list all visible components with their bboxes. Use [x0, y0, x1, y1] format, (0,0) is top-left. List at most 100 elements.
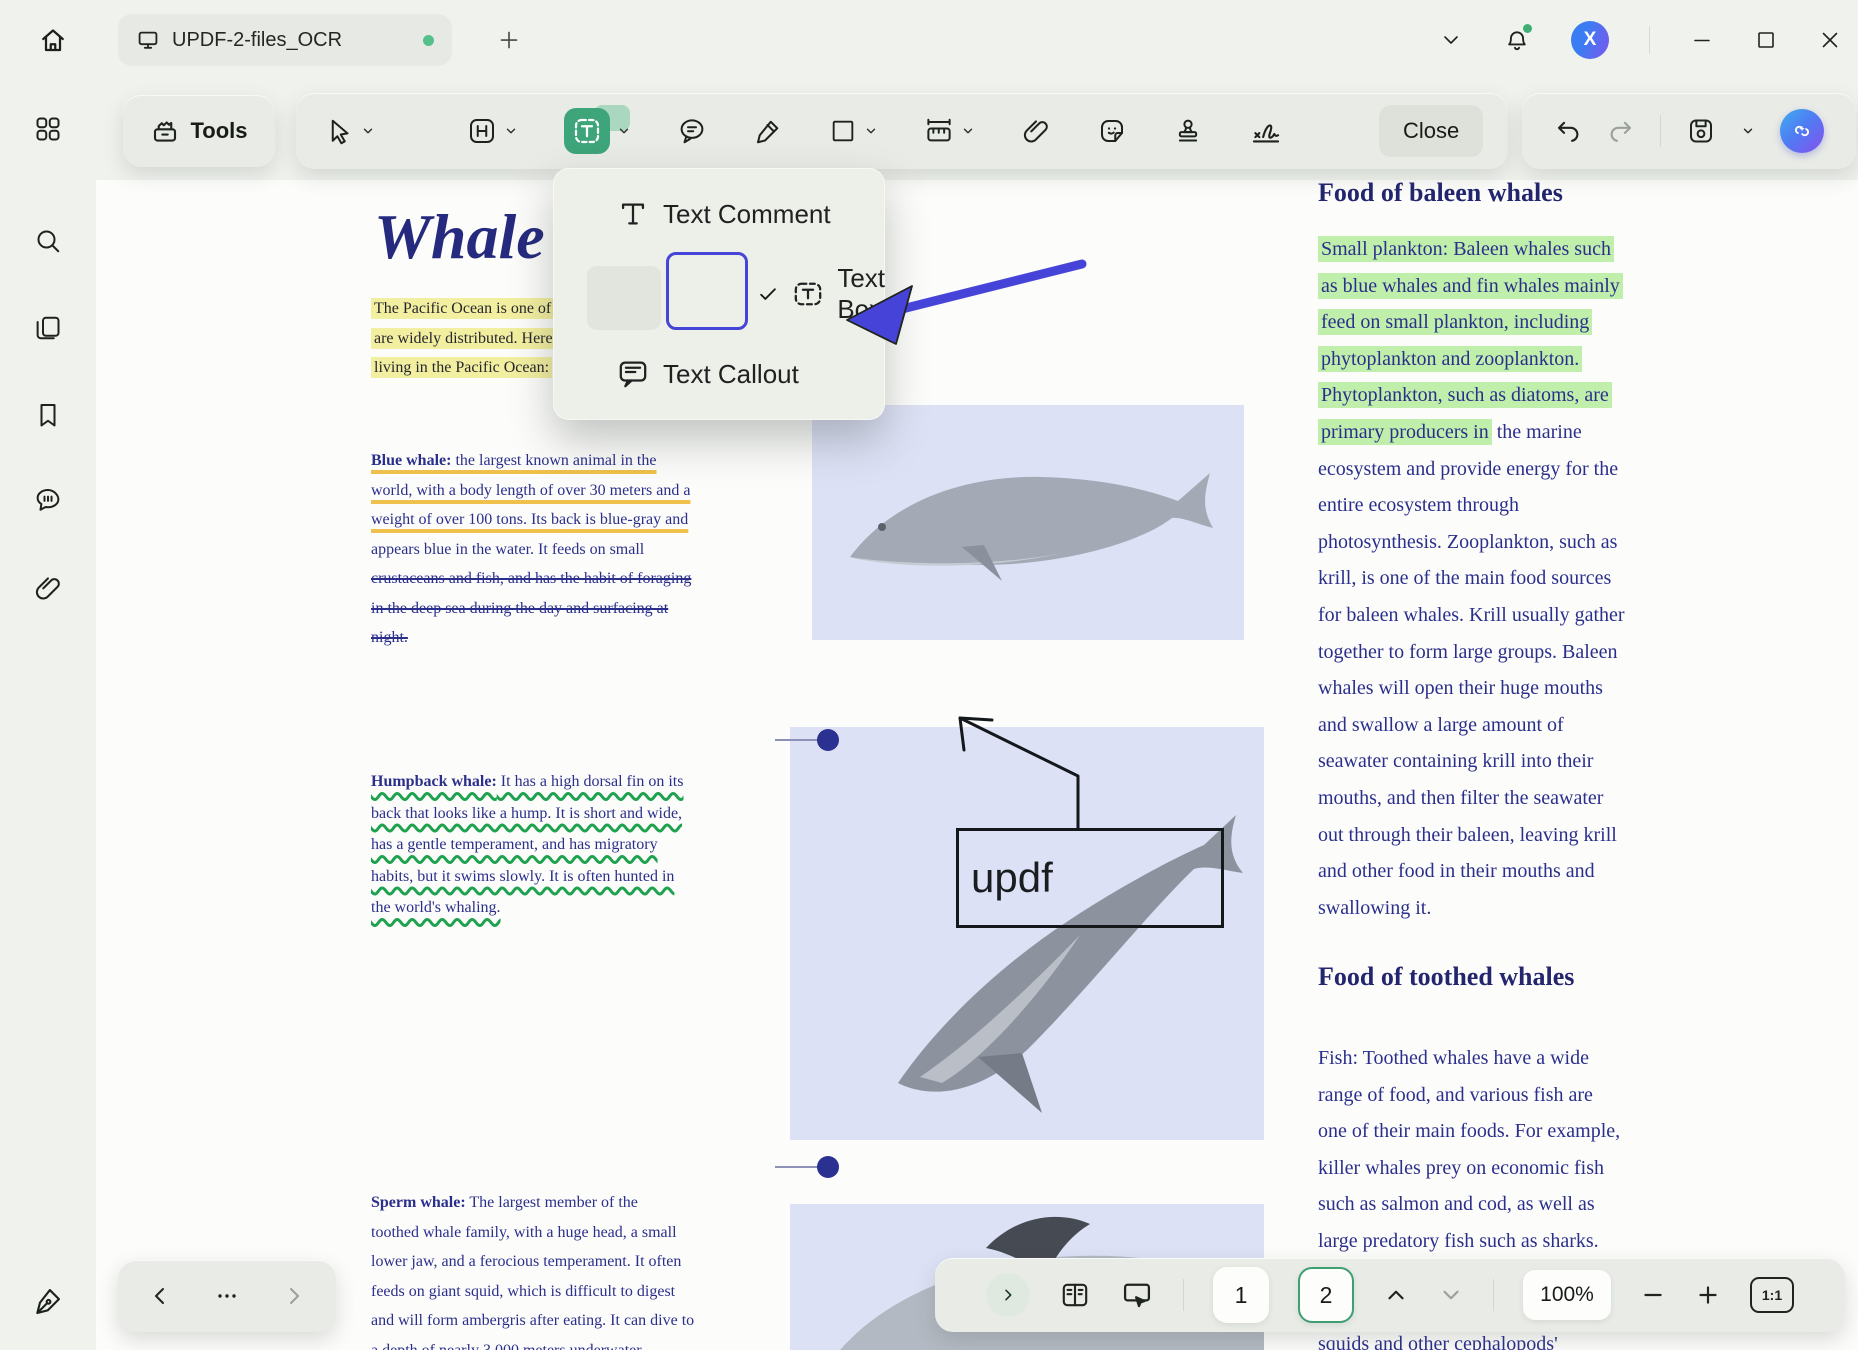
highlight-tool-button[interactable]	[467, 116, 518, 146]
comment-tool-button[interactable]	[677, 116, 707, 146]
sidebar-item-thumbnails[interactable]	[21, 301, 75, 355]
doc-text-line: Small plankton: Baleen whales such	[1318, 231, 1625, 268]
minimize-button[interactable]	[1690, 28, 1714, 52]
previous-page-button[interactable]	[1383, 1282, 1409, 1308]
ai-assistant-button[interactable]	[1780, 109, 1824, 153]
new-tab-button[interactable]	[496, 27, 522, 53]
chevron-down-icon[interactable]	[504, 124, 518, 138]
notification-badge	[1523, 24, 1532, 33]
doc-text-line: Sperm whale: The largest member of the	[371, 1188, 694, 1218]
sidebar-item-apps[interactable]	[21, 102, 75, 156]
menu-item-label: Text Box	[837, 263, 885, 325]
zoom-in-button[interactable]	[1695, 1282, 1721, 1308]
tabs-dropdown-button[interactable]	[1439, 28, 1463, 52]
doc-text-line: feed on small plankton, including	[1318, 304, 1625, 341]
menu-item-text-comment[interactable]: Text Comment	[553, 178, 885, 250]
chevron-down-icon[interactable]	[617, 124, 631, 138]
blue-whale-paragraph: Blue whale: the largest known animal in …	[371, 446, 691, 653]
chevron-down-icon[interactable]	[361, 124, 375, 138]
close-toolbar-button[interactable]: Close	[1379, 105, 1483, 157]
paperclip-icon	[33, 573, 63, 603]
account-avatar[interactable]: X	[1571, 21, 1609, 59]
attach-tool-button[interactable]	[1021, 116, 1051, 146]
page-1-button[interactable]: 1	[1213, 1267, 1269, 1323]
anchor-leader-line	[775, 739, 819, 741]
redo-button[interactable]	[1607, 117, 1635, 145]
back-button[interactable]	[148, 1284, 172, 1308]
search-icon	[33, 226, 63, 256]
doc-text-line: entire ecosystem through	[1318, 487, 1625, 524]
zoom-out-button[interactable]	[1640, 1282, 1666, 1308]
chevron-down-icon[interactable]	[961, 124, 975, 138]
signature-icon	[1249, 114, 1283, 148]
undo-button[interactable]	[1554, 117, 1582, 145]
sidebar-item-bookmarks[interactable]	[21, 388, 75, 442]
save-button[interactable]	[1686, 116, 1716, 146]
save-icon	[1686, 116, 1716, 146]
doc-text-line: habits, but it swims slowly. It is often…	[371, 861, 683, 893]
menu-item-text-callout[interactable]: Text Callout	[553, 338, 885, 410]
expand-panel-button[interactable]	[986, 1273, 1030, 1317]
menu-item-label: Text Comment	[663, 199, 831, 230]
doc-text-line: living in the Pacific Ocean:	[371, 353, 563, 383]
anchor-leader-line	[775, 1166, 819, 1168]
page-2-button-current[interactable]: 2	[1298, 1267, 1354, 1323]
measure-tool-button[interactable]	[924, 116, 975, 146]
shapes-tool-button[interactable]	[829, 117, 878, 145]
annotation-handle-dot[interactable]	[817, 1156, 839, 1178]
more-options-button[interactable]	[215, 1284, 239, 1308]
signature-tool-button[interactable]	[1249, 114, 1283, 148]
sidebar-item-attachments[interactable]	[21, 561, 75, 615]
two-page-view-button[interactable]	[1059, 1279, 1091, 1311]
sticker-tool-button[interactable]	[1097, 116, 1127, 146]
tools-button[interactable]: Tools	[123, 95, 275, 167]
updf-window: UPDF-2-files_OCR X Whale	[0, 0, 1858, 1350]
home-button[interactable]	[26, 13, 80, 67]
sidebar-item-pen[interactable]	[21, 1274, 75, 1328]
doc-text-line: one of their main foods. For example,	[1318, 1113, 1620, 1150]
close-icon	[1818, 28, 1842, 52]
page-1-label: 1	[1235, 1282, 1248, 1309]
text-tool-dropdown-menu: Text Comment Text Box Text Callout	[553, 168, 885, 420]
pencil-tool-button[interactable]	[753, 116, 783, 146]
comments-icon	[33, 485, 63, 515]
undo-icon	[1554, 117, 1582, 145]
close-label: Close	[1403, 118, 1459, 144]
text-box-tool-active[interactable]	[564, 108, 610, 154]
doc-text-line: has a gentle temperament, and has migrat…	[371, 829, 683, 861]
sticker-icon	[1097, 116, 1127, 146]
text-tool-button[interactable]	[564, 108, 631, 154]
paperclip-icon	[1021, 116, 1051, 146]
square-icon	[829, 117, 857, 145]
doc-text-line: lower jaw, and a ferocious temperament. …	[371, 1247, 694, 1277]
chevron-down-icon	[1439, 28, 1463, 52]
apps-grid-icon	[33, 114, 63, 144]
doc-text-line: crustaceans and fish, and has the habit …	[371, 564, 691, 594]
doc-text-line: killer whales prey on economic fish	[1318, 1150, 1620, 1187]
redo-icon	[1607, 117, 1635, 145]
notifications-button[interactable]	[1503, 26, 1531, 54]
stamp-tool-button[interactable]	[1173, 116, 1203, 146]
sidebar-item-search[interactable]	[21, 214, 75, 268]
select-tool-button[interactable]	[324, 116, 375, 146]
doc-text-line: weight of over 100 tons. Its back is blu…	[371, 505, 691, 535]
chevron-down-icon[interactable]	[864, 124, 878, 138]
doc-text-line: The Pacific Ocean is one of t	[371, 294, 563, 324]
maximize-button[interactable]	[1754, 28, 1778, 52]
text-box-annotation[interactable]: updf	[956, 828, 1224, 928]
doc-text-line: photosynthesis. Zooplankton, such as	[1318, 524, 1625, 561]
annotation-handle-dot[interactable]	[817, 729, 839, 751]
left-sidebar	[0, 80, 96, 1350]
save-options-button[interactable]	[1741, 124, 1755, 138]
sidebar-item-comments[interactable]	[21, 473, 75, 527]
presentation-mode-button[interactable]	[1120, 1278, 1154, 1312]
maximize-icon	[1754, 28, 1778, 52]
next-page-button[interactable]	[1438, 1282, 1464, 1308]
menu-item-text-box[interactable]: Text Box	[553, 258, 885, 330]
actual-size-button[interactable]: 1:1	[1750, 1277, 1794, 1313]
callout-arrow[interactable]	[938, 698, 1098, 834]
close-window-button[interactable]	[1818, 28, 1842, 52]
document-tab[interactable]: UPDF-2-files_OCR	[118, 14, 452, 66]
zoom-level-button[interactable]: 100%	[1523, 1270, 1611, 1320]
forward-button[interactable]	[282, 1284, 306, 1308]
